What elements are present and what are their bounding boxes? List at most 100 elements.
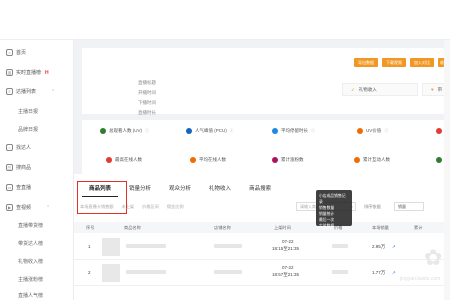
sidebar-item-popularity-rank[interactable]: 直播人气榜 — [18, 292, 43, 299]
product-name-blur — [126, 270, 166, 274]
product-table-card: 商品列表 销量分析 观众分析 礼物收入 商品搜索 本场直播卡销售额 未上架 价格… — [74, 174, 450, 300]
sidebar: ⌂ 首页 ▥ 实时直播榜 H ≡ 达播列表 ⌃ 主播日报 品牌日报 ○ 找达人 … — [0, 40, 74, 300]
video-icon: ▶ — [6, 204, 13, 211]
row-index: 1 — [88, 244, 91, 249]
filter-commission[interactable]: 佣金比例 — [167, 204, 184, 210]
sidebar-item-label: 带货达人榜 — [18, 241, 44, 247]
sort-select[interactable]: 销量 — [394, 202, 424, 211]
sidebar-item-talent-rank[interactable]: 带货达人榜 — [18, 240, 43, 247]
sidebar-item-fans-rank[interactable]: 主播涨粉榜 — [18, 276, 43, 283]
tab-product-search[interactable]: 商品搜索 — [242, 180, 278, 197]
tv-icon: ▭ — [6, 184, 13, 191]
watermark: jingyan.baidu.com — [400, 276, 441, 282]
duration-label: 直播时长 — [138, 110, 156, 115]
stat-avg-online: 平均在线人数 — [190, 157, 226, 163]
stat-label: 人气峰值 (PCU) — [195, 128, 227, 133]
filter-sales-checkbox[interactable]: 本场直播卡销售额 — [80, 204, 114, 210]
export-button[interactable]: 导出数据 — [354, 58, 378, 67]
end-time-label: 下播时间 — [138, 100, 156, 105]
product-name-blur — [126, 244, 166, 248]
live-info-card: 直播标题 开播时间 下播时间 直播时长 导出数据 下载视频 加入对比 收藏 ➶ … — [82, 48, 450, 115]
row-index: 2 — [88, 270, 91, 275]
sidebar-item-label: 主播日报 — [18, 109, 39, 115]
tab-sales-analysis[interactable]: 销量分析 — [122, 180, 158, 197]
stat-max-online: 最高在线人数 — [106, 157, 142, 163]
col-listed-time: 上架时间 — [274, 225, 291, 230]
tab-audience-analysis[interactable]: 观众分析 — [162, 180, 198, 197]
clock-icon — [272, 128, 278, 134]
list-icon: ≡ — [6, 88, 13, 95]
sidebar-item-label: 首页 — [16, 50, 27, 56]
col-sales[interactable]: 本场销量 — [372, 225, 389, 231]
help-icon[interactable]: ⓘ — [311, 128, 315, 134]
sidebar-item-live-list[interactable]: ≡ 达播列表 ⌃ — [6, 88, 55, 95]
stat-label: 平均停留时长 — [281, 128, 308, 133]
trend-icon[interactable]: ↗ — [392, 270, 396, 276]
table-row[interactable]: 1 07-22 18:15至21:35 2.95万 ↗ — [74, 234, 450, 260]
stat-label: 累计涨粉数 — [281, 157, 304, 162]
sidebar-item-home[interactable]: ⌂ 首页 — [6, 49, 26, 56]
help-icon[interactable]: ⓘ — [384, 128, 388, 134]
col-total[interactable]: 累计 — [414, 225, 422, 231]
shop-name-blur — [214, 244, 242, 248]
sidebar-item-label: 达播列表 — [16, 89, 37, 95]
help-icon[interactable]: ⓘ — [230, 128, 234, 134]
sidebar-item-find-talent[interactable]: ○ 找达人 — [6, 144, 31, 151]
stat-fans-gain: 累计涨粉数 — [272, 157, 304, 163]
sidebar-item-label: 品牌日报 — [18, 127, 39, 133]
stat-interactions: 累计互动人数 — [354, 157, 390, 163]
stat-label: 平均在线人数 — [199, 157, 226, 162]
stat-label: UV价值 — [366, 128, 382, 133]
tab-gift-income[interactable]: 礼物收入 — [202, 180, 238, 197]
sidebar-item-live-rank[interactable]: ▥ 实时直播榜 H — [6, 69, 49, 76]
sidebar-item-anchor-daily[interactable]: 主播日报 — [18, 108, 38, 115]
stat-avg-stay: 平均停留时长 ⓘ — [272, 128, 315, 134]
heart-icon — [272, 157, 278, 163]
product-thumbnail[interactable] — [102, 238, 120, 256]
download-video-button[interactable]: 下载视频 — [382, 58, 406, 67]
help-icon[interactable]: ⓘ — [145, 128, 149, 134]
filter-price-range[interactable]: 价格区间 — [142, 204, 159, 210]
row-date: 07-22 — [282, 239, 294, 244]
stat-label: 最高在线人数 — [115, 157, 142, 162]
sidebar-item-brand-daily[interactable]: 品牌日报 — [18, 126, 38, 133]
row-sales: 1.77万 — [372, 270, 386, 275]
sidebar-item-label: 主播涨粉榜 — [18, 277, 44, 283]
filter-row: 本场直播卡销售额 未上架 价格区间 佣金比例 — [80, 204, 184, 210]
stat-total-viewers: 总观看人数 (UV) ⓘ — [100, 128, 149, 134]
table-row[interactable]: 2 07-22 18:57至21:35 1.77万 ↗ — [74, 260, 450, 286]
row-sales: 2.95万 — [372, 244, 386, 249]
price-blur — [332, 244, 348, 248]
sidebar-item-search-goods[interactable]: ◰ 搜商品 — [6, 164, 31, 171]
top-bar — [0, 0, 450, 40]
people-icon — [186, 128, 192, 134]
start-time-label: 开播时间 — [138, 90, 156, 95]
sidebar-item-label: 礼物收入榜 — [18, 259, 44, 265]
gift-icon — [436, 128, 442, 134]
sidebar-item-label: 直播带货榜 — [18, 223, 44, 229]
row-time: 18:15至21:35 — [272, 246, 300, 251]
heart-icon: ♥ — [431, 87, 434, 92]
link-icon — [190, 157, 196, 163]
product-thumbnail[interactable] — [102, 264, 120, 282]
filter-unlisted[interactable]: 未上架 — [122, 204, 135, 210]
tag-label: 礼物收入 — [358, 86, 377, 92]
coin-icon — [357, 128, 363, 134]
live-title-label: 直播标题 — [138, 80, 156, 85]
sidebar-item-live-sales-rank[interactable]: 直播带货榜 — [18, 222, 43, 229]
sidebar-item-gift-rank[interactable]: 礼物收入榜 — [18, 258, 43, 265]
trend-icon[interactable]: ↗ — [392, 244, 396, 250]
gift-income-tag: ➶ 礼物收入 — [342, 83, 418, 96]
rocket-icon: ➶ — [351, 86, 355, 92]
col-product: 商品名称 — [124, 225, 141, 230]
sidebar-item-search-live[interactable]: ▭ 查直播 — [6, 184, 31, 191]
chat-icon — [436, 157, 442, 163]
sidebar-item-search-video[interactable]: ▶ 查视频 ⌃ — [6, 204, 50, 211]
stat-label: 累计互动人数 — [363, 157, 390, 162]
stat-uv-value: UV价值 ⓘ — [357, 128, 388, 134]
home-icon: ⌂ — [6, 49, 13, 56]
table-header: 序号 商品名称 店铺名称 上架时间 价格 本场销量 累计 — [74, 222, 450, 233]
compare-button[interactable]: 加入对比 — [410, 58, 434, 67]
chevron-up-icon: ⌃ — [46, 204, 51, 211]
tag-label: 带 — [437, 86, 443, 92]
